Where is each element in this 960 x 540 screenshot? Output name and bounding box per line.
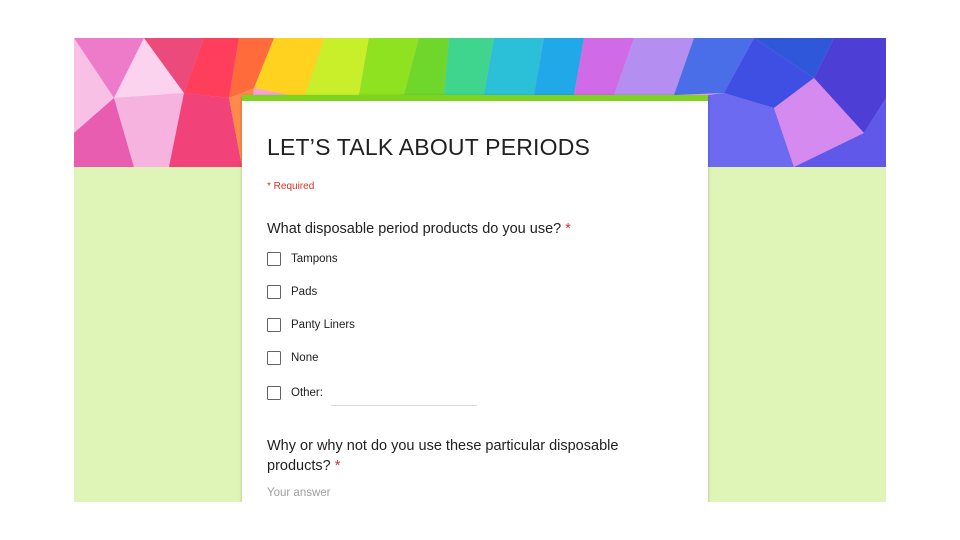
option-label: Tampons [291,253,338,265]
checkbox-panty-liners[interactable] [267,318,281,332]
form-page: LET’S TALK ABOUT PERIODS * Required What… [74,38,886,502]
question-products-text: What disposable period products do you u… [267,221,562,237]
required-asterisk: * [565,221,571,237]
checkbox-pads[interactable] [267,285,281,299]
required-note: * Required [267,181,315,192]
required-asterisk: * [334,458,341,474]
option-label: None [291,352,319,364]
option-none[interactable]: None [267,348,319,368]
option-pads[interactable]: Pads [267,282,317,302]
option-other[interactable]: Other: [267,383,477,406]
option-panty-liners[interactable]: Panty Liners [267,315,355,335]
option-tampons[interactable]: Tampons [267,249,338,269]
option-label: Other: [291,387,323,399]
question-why-text: Why or why not do you use these particul… [267,438,619,474]
answer-input[interactable] [267,484,683,502]
checkbox-tampons[interactable] [267,252,281,266]
option-label: Panty Liners [291,319,355,331]
form-card: LET’S TALK ABOUT PERIODS * Required What… [242,95,708,502]
form-title: LET’S TALK ABOUT PERIODS [267,134,591,160]
checkbox-none[interactable] [267,351,281,365]
option-label: Pads [291,286,318,298]
checkbox-other[interactable] [267,386,281,400]
question-products-title: What disposable period products do you u… [267,219,571,239]
other-text-input[interactable] [330,388,477,406]
question-why-title: Why or why not do you use these particul… [267,436,667,476]
